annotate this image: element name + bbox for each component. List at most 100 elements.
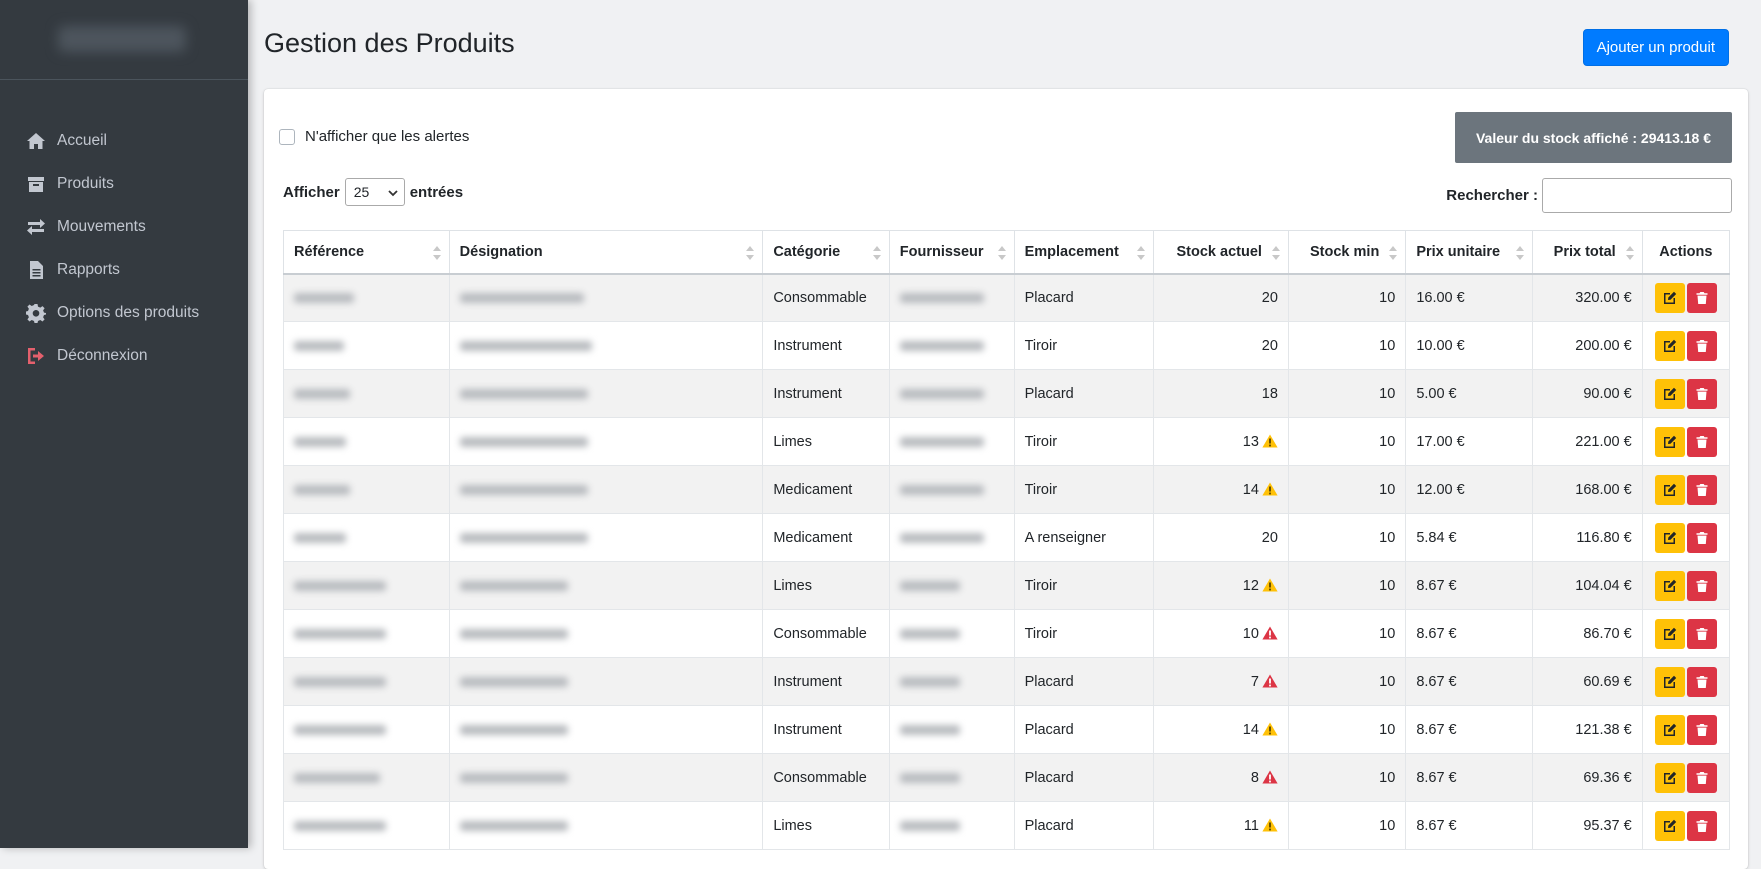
cell-stock-min: 10 [1287, 609, 1407, 658]
column-header-designation[interactable]: Désignation [448, 230, 764, 275]
alerts-only-checkbox[interactable] [279, 128, 295, 145]
edit-button[interactable] [1654, 570, 1685, 601]
cell-designation [448, 273, 764, 322]
cell-actions [1641, 561, 1731, 610]
column-header-fournisseur[interactable]: Fournisseur [888, 230, 1015, 275]
cell-reference [283, 417, 450, 466]
edit-button[interactable] [1654, 330, 1685, 361]
delete-button[interactable] [1686, 618, 1717, 649]
cell-categorie: Limes [762, 801, 890, 850]
add-product-button[interactable]: Ajouter un produit [1582, 29, 1729, 66]
trash-icon [1696, 291, 1708, 304]
sidebar-item-mouvements[interactable]: Mouvements [0, 205, 248, 248]
cell-prix-unitaire: 16.00 € [1405, 273, 1534, 322]
cell-fournisseur [888, 609, 1015, 658]
cell-prix-unitaire: 8.67 € [1405, 705, 1534, 754]
sidebar-item-produits[interactable]: Produits [0, 162, 248, 205]
sort-icon [1136, 246, 1145, 260]
cell-categorie: Consommable [762, 753, 890, 802]
delete-button[interactable] [1686, 282, 1717, 313]
edit-button[interactable] [1654, 618, 1685, 649]
edit-button[interactable] [1654, 426, 1685, 457]
sidebar-item-options-produits[interactable]: Options des produits [0, 291, 248, 334]
cell-prix-unitaire: 8.67 € [1405, 753, 1534, 802]
cell-stock-min: 10 [1287, 417, 1407, 466]
edit-button[interactable] [1654, 378, 1685, 409]
edit-button[interactable] [1654, 282, 1685, 313]
entries-select-value: 25 [353, 184, 370, 200]
alerts-only-filter[interactable]: N'afficher que les alertes [279, 128, 469, 145]
sidebar-item-accueil[interactable]: Accueil [0, 119, 248, 162]
cell-prix-total: 221.00 € [1532, 417, 1643, 466]
cell-categorie: Medicament [762, 465, 890, 514]
delete-button[interactable] [1686, 810, 1717, 841]
trash-icon [1696, 339, 1708, 352]
sidebar-item-rapports[interactable]: Rapports [0, 248, 248, 291]
trash-icon [1696, 531, 1708, 544]
products-card: N'afficher que les alertes Valeur du sto… [264, 89, 1748, 869]
table-row: Instrument Placard 7 10 8.67 €60.69 € [283, 657, 1731, 706]
delete-button[interactable] [1686, 522, 1717, 553]
delete-button[interactable] [1686, 426, 1717, 457]
brand-logo[interactable] [0, 0, 248, 80]
cell-emplacement: Placard [1013, 801, 1154, 850]
cell-designation [448, 321, 764, 370]
search-input[interactable] [1542, 178, 1732, 213]
cell-designation [448, 465, 764, 514]
cell-fournisseur [888, 705, 1015, 754]
cell-stock-actuel: 18 [1152, 369, 1289, 418]
cell-emplacement: Placard [1013, 273, 1154, 322]
page-title: Gestion des Produits [264, 28, 515, 58]
entries-select[interactable]: 25 [344, 178, 405, 206]
edit-icon [1663, 531, 1677, 544]
cell-categorie: Instrument [762, 369, 890, 418]
delete-button[interactable] [1686, 330, 1717, 361]
edit-button[interactable] [1654, 810, 1685, 841]
table-row: Instrument Placard 18 10 5.00 €90.00 € [283, 369, 1731, 418]
delete-button[interactable] [1686, 666, 1717, 697]
edit-icon [1663, 339, 1677, 352]
column-header-categorie[interactable]: Catégorie [762, 230, 890, 275]
column-header-reference[interactable]: Référence [283, 230, 450, 275]
column-header-emplacement[interactable]: Emplacement [1013, 230, 1154, 275]
cell-prix-unitaire: 8.67 € [1405, 801, 1534, 850]
home-icon [25, 131, 47, 151]
delete-button[interactable] [1686, 714, 1717, 745]
column-header-prix-unitaire[interactable]: Prix unitaire [1405, 230, 1534, 275]
delete-button[interactable] [1686, 378, 1717, 409]
sort-icon [997, 246, 1006, 260]
sidebar-item-deconnexion[interactable]: Déconnexion [0, 334, 248, 377]
search-label: Rechercher : [1446, 187, 1538, 204]
delete-button[interactable] [1686, 570, 1717, 601]
delete-button[interactable] [1686, 762, 1717, 793]
delete-button[interactable] [1686, 474, 1717, 505]
main-content: Gestion des Produits Ajouter un produit … [248, 0, 1761, 869]
sort-icon [872, 246, 881, 260]
danger-icon [1259, 674, 1278, 690]
column-header-stock-actuel[interactable]: Stock actuel [1152, 230, 1289, 275]
edit-button[interactable] [1654, 714, 1685, 745]
cell-designation [448, 801, 764, 850]
cell-prix-unitaire: 8.67 € [1405, 561, 1534, 610]
column-header-stock-min[interactable]: Stock min [1287, 230, 1407, 275]
sort-icon [746, 246, 755, 260]
cell-prix-total: 90.00 € [1532, 369, 1643, 418]
cell-fournisseur [888, 273, 1015, 322]
cell-actions [1641, 465, 1731, 514]
column-header-prix-total[interactable]: Prix total [1532, 230, 1643, 275]
edit-button[interactable] [1654, 522, 1685, 553]
cell-designation [448, 657, 764, 706]
edit-button[interactable] [1654, 762, 1685, 793]
warning-icon [1259, 578, 1278, 594]
entries-suffix-label: entrées [409, 183, 464, 201]
cell-stock-min: 10 [1287, 321, 1407, 370]
cell-stock-actuel: 11 [1152, 801, 1289, 850]
edit-button[interactable] [1654, 474, 1685, 505]
edit-button[interactable] [1654, 666, 1685, 697]
sort-icon [1271, 246, 1280, 260]
trash-icon [1696, 723, 1708, 736]
cell-designation [448, 705, 764, 754]
cell-emplacement: A renseigner [1013, 513, 1154, 562]
cell-prix-total: 104.04 € [1532, 561, 1643, 610]
cell-reference [283, 609, 450, 658]
